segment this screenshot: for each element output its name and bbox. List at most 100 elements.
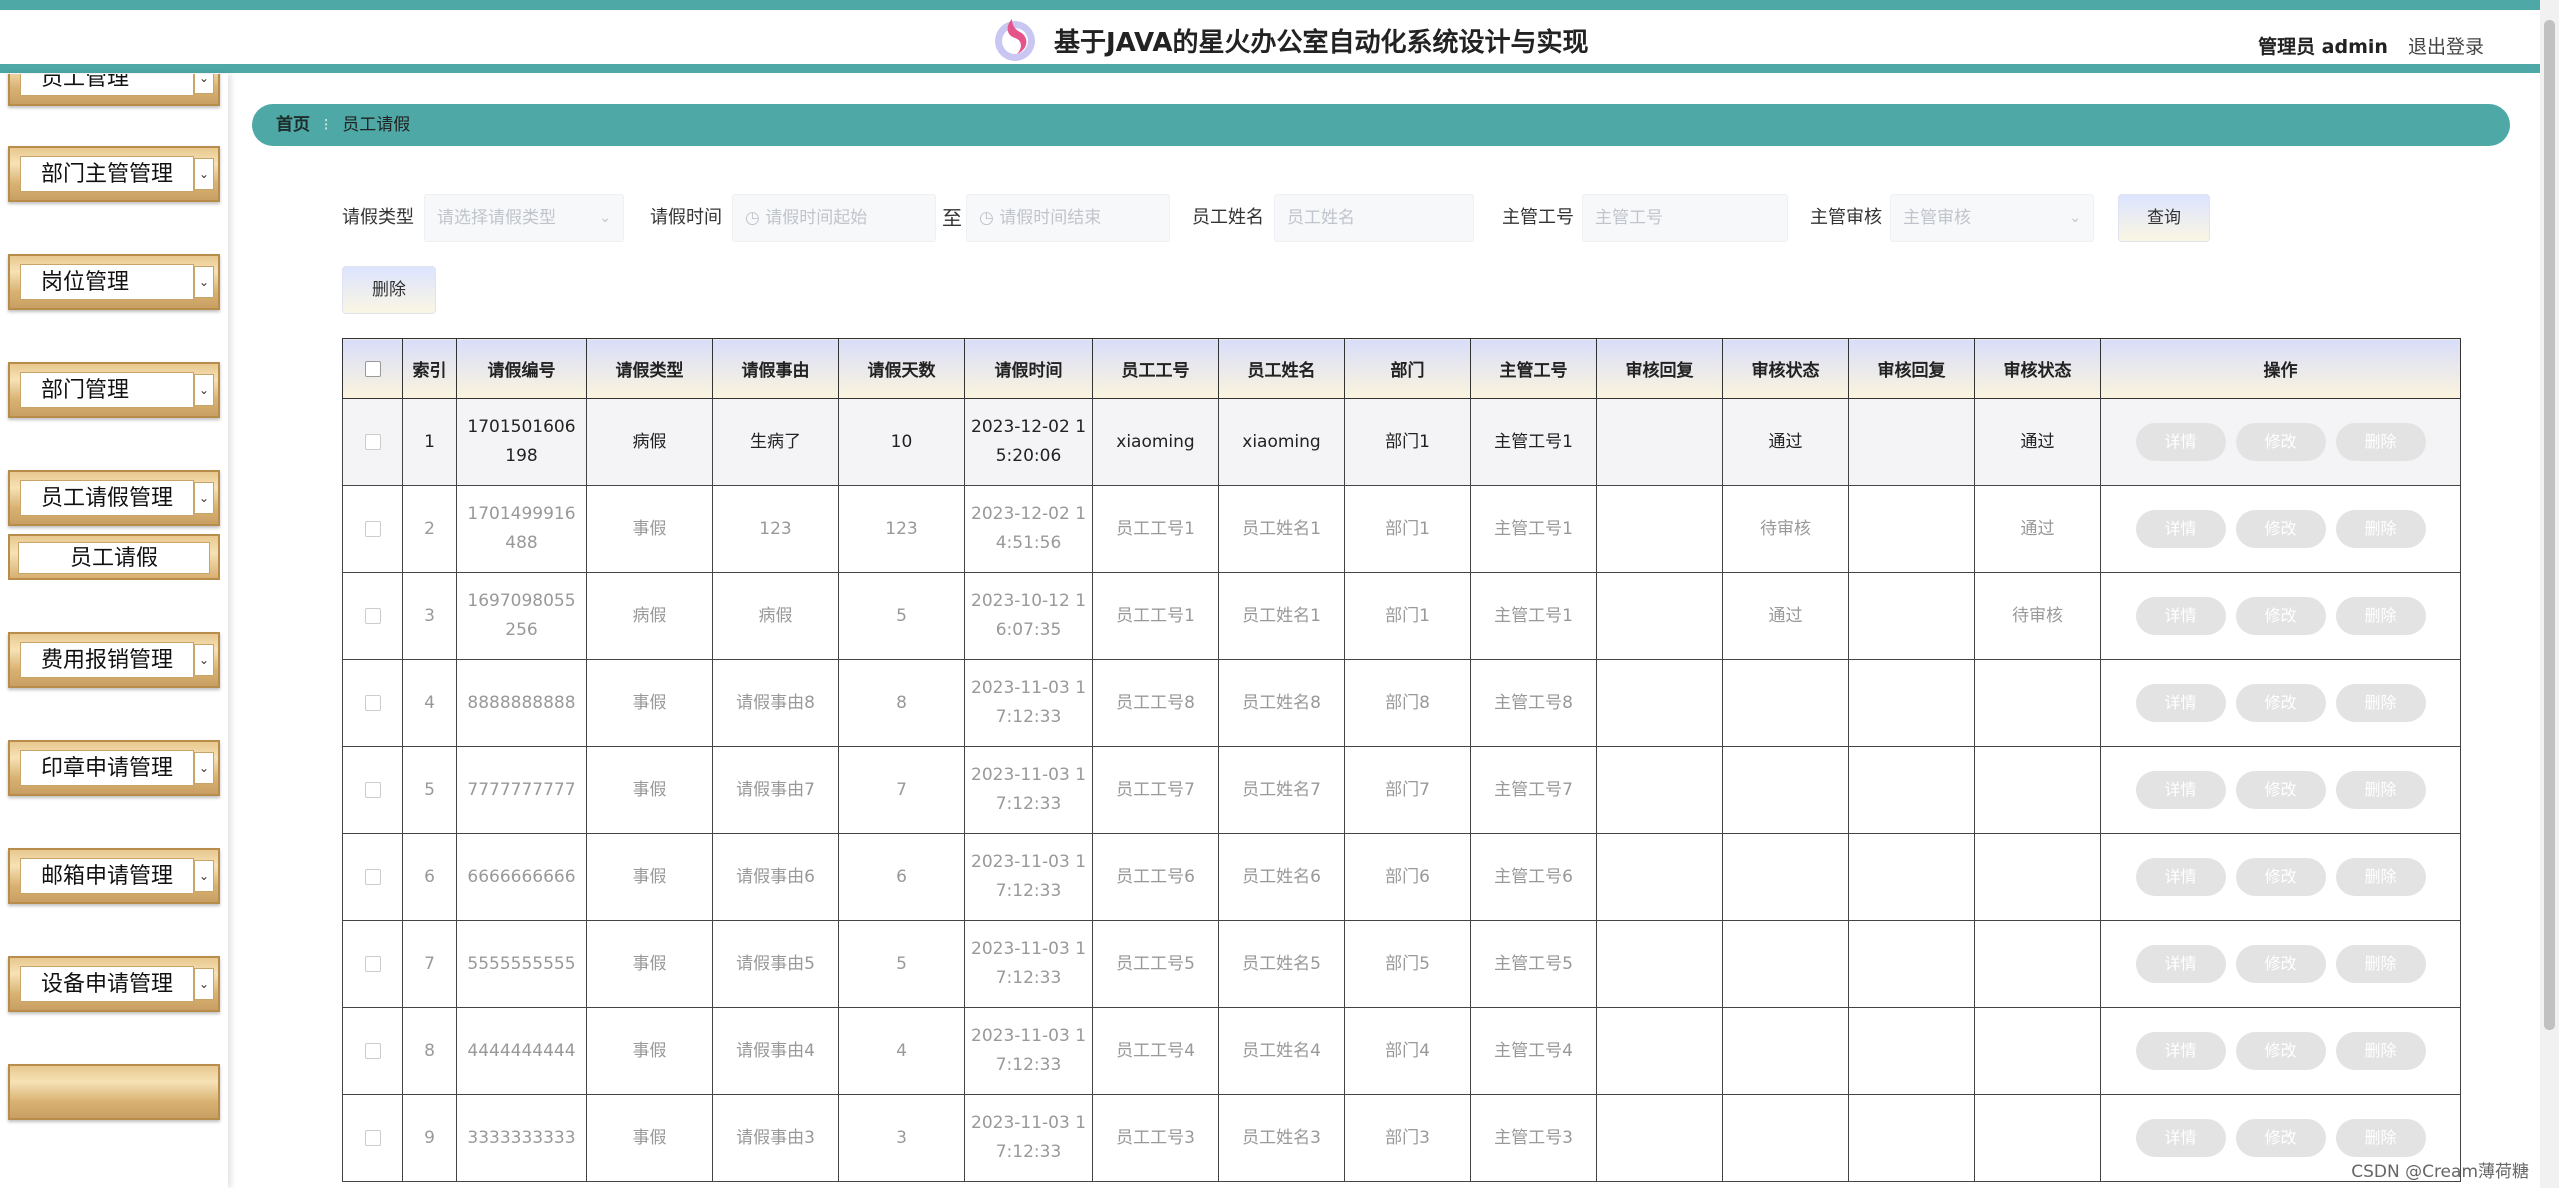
- table-row[interactable]: 1 1701501606198 病假 生病了 10 2023-12-02 15:20:06…: [342, 398, 2461, 486]
- query-button[interactable]: 查询: [2118, 194, 2210, 242]
- user-area: 管理员 admin 退出登录: [2258, 32, 2484, 59]
- detail-button[interactable]: 详情: [2135, 423, 2226, 461]
- edit-button[interactable]: 修改: [2235, 945, 2326, 983]
- batch-delete-button[interactable]: 删除: [342, 266, 436, 314]
- detail-button[interactable]: 详情: [2135, 684, 2226, 722]
- row-checkbox[interactable]: [364, 781, 381, 798]
- sidebar-item-expense[interactable]: 费用报销管理 ⌄: [8, 632, 220, 688]
- sidebar-item-department[interactable]: 部门管理 ⌄: [8, 362, 220, 418]
- sidebar-item-seal[interactable]: 印章申请管理 ⌄: [8, 740, 220, 796]
- table-row[interactable]: 3 1697098055256 病假 病假 5 2023-10-12 16:07:35 员工…: [342, 572, 2461, 660]
- table-cell-emp_no: 员工工号1: [1092, 485, 1219, 573]
- edit-button[interactable]: 修改: [2235, 1119, 2326, 1157]
- emp-name-input[interactable]: 员工姓名: [1274, 194, 1474, 242]
- chevron-down-icon: ⌄: [599, 210, 611, 226]
- table-cell-no: 7777777777: [456, 746, 587, 834]
- edit-button[interactable]: 修改: [2235, 684, 2326, 722]
- sidebar-item-position[interactable]: 岗位管理 ⌄: [8, 254, 220, 310]
- mgr-no-input[interactable]: 主管工号: [1582, 194, 1788, 242]
- detail-button[interactable]: 详情: [2135, 858, 2226, 896]
- table-cell-reply1: [1596, 659, 1723, 747]
- table-cell-time: 2023-11-03 17:12:33: [964, 1007, 1093, 1095]
- table-cell-days: 5: [838, 572, 965, 660]
- detail-button[interactable]: 详情: [2135, 597, 2226, 635]
- table-cell-status2: [1974, 1094, 2101, 1182]
- select-all-checkbox[interactable]: [364, 360, 381, 377]
- table-row[interactable]: 9 3333333333 事假 请假事由3 3 2023-11-03 17:12:33 员工…: [342, 1094, 2461, 1182]
- detail-button[interactable]: 详情: [2135, 771, 2226, 809]
- table-cell-no: 1701501606198: [456, 398, 587, 486]
- delete-button[interactable]: 删除: [2335, 597, 2426, 635]
- row-checkbox[interactable]: [364, 1042, 381, 1059]
- table-row[interactable]: 7 5555555555 事假 请假事由5 5 2023-11-03 17:12:33 员工…: [342, 920, 2461, 1008]
- row-checkbox[interactable]: [364, 433, 381, 450]
- sidebar-item-label: 员工管理: [20, 74, 194, 96]
- sidebar-item-dept-manager[interactable]: 部门主管管理 ⌄: [8, 146, 220, 202]
- chevron-down-icon: ⌄: [194, 482, 214, 514]
- row-checkbox[interactable]: [364, 520, 381, 537]
- detail-button[interactable]: 详情: [2135, 510, 2226, 548]
- delete-button[interactable]: 删除: [2335, 1032, 2426, 1070]
- mgr-review-select[interactable]: 主管审核 ⌄: [1890, 194, 2094, 242]
- delete-button[interactable]: 删除: [2335, 858, 2426, 896]
- actions-cell: 详情 修改 删除: [2100, 572, 2461, 660]
- edit-button[interactable]: 修改: [2235, 510, 2326, 548]
- chevron-down-icon: ⌄: [2069, 210, 2081, 226]
- select-all-header: [342, 338, 403, 399]
- detail-button[interactable]: 详情: [2135, 945, 2226, 983]
- table-cell-reason: 123: [712, 485, 839, 573]
- table-row[interactable]: 2 1701499916488 事假 123 123 2023-12-02 14:51:5…: [342, 485, 2461, 573]
- detail-button[interactable]: 详情: [2135, 1119, 2226, 1157]
- table-cell-emp_name: xiaoming: [1218, 398, 1345, 486]
- logout-link[interactable]: 退出登录: [2408, 36, 2484, 58]
- table-row[interactable]: 4 8888888888 事假 请假事由8 8 2023-11-03 17:12:33 员工…: [342, 659, 2461, 747]
- sidebar-item-leave[interactable]: 员工请假管理 ⌄: [8, 470, 220, 526]
- row-checkbox[interactable]: [364, 955, 381, 972]
- table-cell-idx: 5: [402, 746, 457, 834]
- leave-type-select[interactable]: 请选择请假类型 ⌄: [424, 194, 624, 242]
- sidebar-item-label: 费用报销管理: [20, 642, 194, 678]
- delete-button[interactable]: 删除: [2335, 771, 2426, 809]
- actions-cell: 详情 修改 删除: [2100, 1007, 2461, 1095]
- detail-button[interactable]: 详情: [2135, 1032, 2226, 1070]
- table-cell-reply2: [1848, 572, 1975, 660]
- row-checkbox[interactable]: [364, 868, 381, 885]
- row-select-cell: [342, 1007, 403, 1095]
- edit-button[interactable]: 修改: [2235, 771, 2326, 809]
- sidebar-item-employee[interactable]: 员工管理 ⌄: [8, 74, 220, 106]
- delete-button[interactable]: 删除: [2335, 684, 2426, 722]
- row-checkbox[interactable]: [364, 694, 381, 711]
- sidebar-item-more[interactable]: [8, 1064, 220, 1120]
- column-header: 请假时间: [964, 338, 1093, 399]
- table-cell-reply1: [1596, 833, 1723, 921]
- edit-button[interactable]: 修改: [2235, 858, 2326, 896]
- scrollbar-thumb[interactable]: [2544, 20, 2555, 1030]
- vertical-scrollbar[interactable]: [2540, 0, 2559, 1188]
- edit-button[interactable]: 修改: [2235, 1032, 2326, 1070]
- sidebar-item-mailbox[interactable]: 邮箱申请管理 ⌄: [8, 848, 220, 904]
- breadcrumb-home[interactable]: 首页: [276, 115, 310, 135]
- table-row[interactable]: 8 4444444444 事假 请假事由4 4 2023-11-03 17:12:33 员工…: [342, 1007, 2461, 1095]
- actions-cell: 详情 修改 删除: [2100, 920, 2461, 1008]
- sidebar-subitem-leave[interactable]: 员工请假: [8, 534, 220, 580]
- edit-button[interactable]: 修改: [2235, 597, 2326, 635]
- delete-button[interactable]: 删除: [2335, 510, 2426, 548]
- table-cell-no: 4444444444: [456, 1007, 587, 1095]
- table-cell-time: 2023-10-12 16:07:35: [964, 572, 1093, 660]
- sidebar-item-device[interactable]: 设备申请管理 ⌄: [8, 956, 220, 1012]
- clock-icon: ◷: [745, 208, 766, 228]
- table-row[interactable]: 5 7777777777 事假 请假事由7 7 2023-11-03 17:12:33 员工…: [342, 746, 2461, 834]
- row-checkbox[interactable]: [364, 607, 381, 624]
- table-cell-emp_name: 员工姓名3: [1218, 1094, 1345, 1182]
- table-cell-mgr_no: 主管工号1: [1470, 398, 1597, 486]
- time-start-input[interactable]: ◷ 请假时间起始: [732, 194, 936, 242]
- edit-button[interactable]: 修改: [2235, 423, 2326, 461]
- row-checkbox[interactable]: [364, 1129, 381, 1146]
- delete-button[interactable]: 删除: [2335, 423, 2426, 461]
- delete-button[interactable]: 删除: [2335, 1119, 2426, 1157]
- delete-button[interactable]: 删除: [2335, 945, 2426, 983]
- table-cell-emp_no: 员工工号6: [1092, 833, 1219, 921]
- time-end-input[interactable]: ◷ 请假时间结束: [966, 194, 1170, 242]
- table-cell-no: 8888888888: [456, 659, 587, 747]
- table-row[interactable]: 6 6666666666 事假 请假事由6 6 2023-11-03 17:12:33 员工…: [342, 833, 2461, 921]
